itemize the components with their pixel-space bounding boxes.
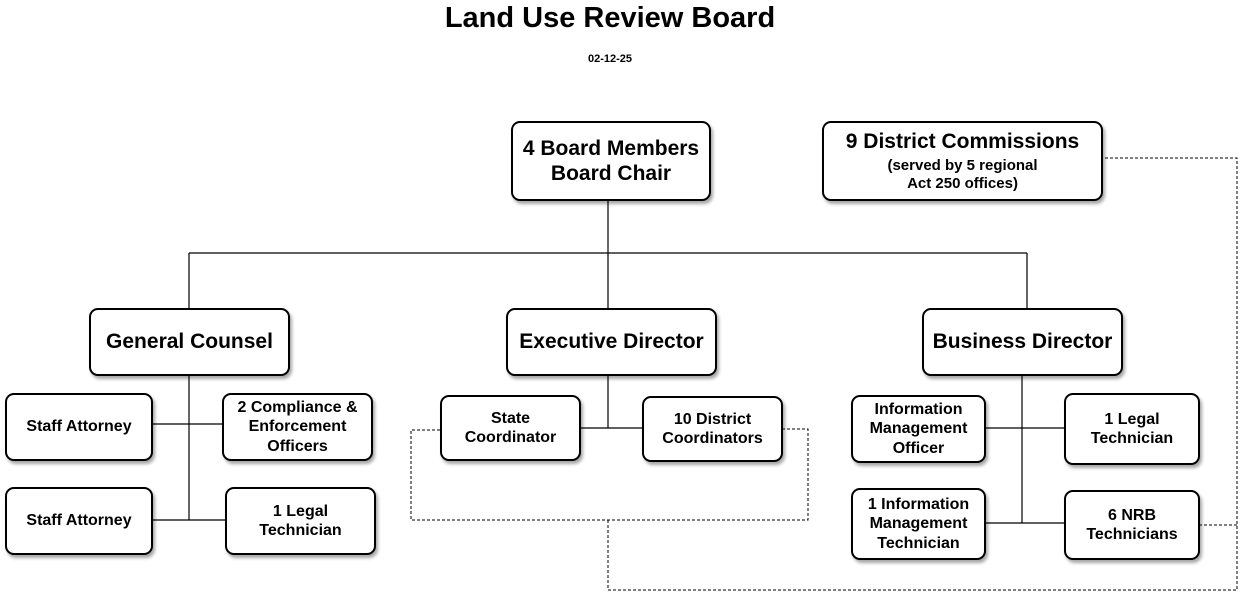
business-director-box: Business Director [922, 308, 1123, 376]
info-mgmt-technician-line-1: 1 Information [867, 496, 970, 514]
district-coordinators-line-1: 10 District [673, 410, 752, 428]
district-commissions-sub-1: (served by 5 regional [887, 156, 1038, 174]
district-commissions-sub-2: Act 250 offices) [907, 174, 1018, 192]
state-coordinator-line-2: Coordinator [464, 429, 557, 446]
business-director-label: Business Director [932, 330, 1113, 354]
compliance-officers-box: 2 Compliance & Enforcement Officers [222, 393, 373, 461]
district-coordinators-box: 10 District Coordinators [642, 396, 783, 462]
connector-layer [152, 157, 1238, 591]
info-mgmt-technician-line-2: Management [869, 515, 968, 533]
state-coordinator-box: State Coordinator [440, 395, 581, 461]
state-coordinator-line-1: State [490, 409, 531, 427]
staff-attorney-2-label: Staff Attorney [26, 512, 132, 530]
board-line-1: 4 Board Members [522, 136, 700, 160]
staff-attorney-1-box: Staff Attorney [5, 393, 153, 461]
info-mgmt-officer-box: Information Management Officer [851, 395, 986, 463]
info-mgmt-officer-line-2: Management [869, 420, 968, 438]
executive-director-box: Executive Director [506, 308, 717, 376]
info-mgmt-officer-line-3: Officer [892, 439, 945, 457]
bd-legal-technician-line-1: 1 Legal [1104, 410, 1160, 428]
staff-attorney-2-box: Staff Attorney [5, 487, 153, 555]
nrb-technicians-line-1: 6 NRB [1107, 506, 1156, 524]
district-commissions-title: 9 District Commissions [845, 130, 1080, 154]
info-mgmt-technician-box: 1 Information Management Technician [851, 488, 986, 560]
gc-legal-technician-box: 1 Legal Technician [225, 487, 376, 555]
general-counsel-box: General Counsel [89, 308, 290, 376]
staff-attorney-1-label: Staff Attorney [26, 418, 132, 436]
bd-legal-technician-box: 1 Legal Technician [1064, 393, 1200, 465]
nrb-technicians-box: 6 NRB Technicians [1064, 490, 1200, 560]
compliance-line-3: Officers [267, 437, 328, 455]
district-coordinators-line-2: Coordinators [662, 430, 763, 447]
board-members-box: 4 Board Members Board Chair [511, 121, 711, 201]
gc-legal-technician-line-1: 1 Legal [272, 502, 329, 520]
compliance-line-2: Enforcement [248, 418, 347, 436]
compliance-line-1: 2 Compliance & [237, 399, 358, 417]
executive-director-label: Executive Director [519, 330, 704, 354]
board-line-2: Board Chair [550, 162, 672, 185]
info-mgmt-officer-line-1: Information [874, 401, 963, 419]
bd-legal-technician-line-2: Technician [1090, 430, 1174, 447]
district-commissions-box: 9 District Commissions (served by 5 regi… [822, 121, 1103, 201]
nrb-technicians-line-2: Technicians [1086, 526, 1178, 543]
general-counsel-label: General Counsel [106, 330, 273, 354]
info-mgmt-technician-line-3: Technician [877, 534, 960, 552]
gc-legal-technician-line-2: Technician [259, 522, 342, 539]
